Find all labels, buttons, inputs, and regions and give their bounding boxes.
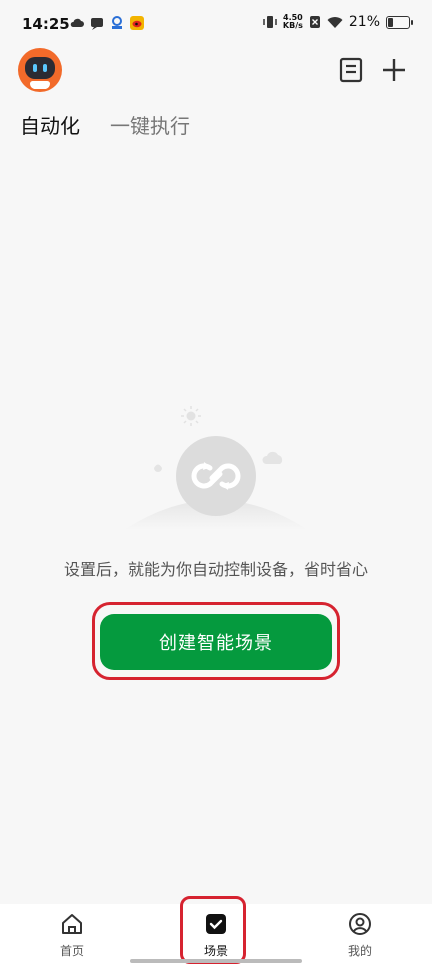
create-smart-scene-button[interactable]: 创建智能场景 [100, 614, 332, 670]
weibo-notification-icon [130, 16, 144, 30]
app-notification-icon [112, 16, 122, 29]
robot-avatar[interactable] [18, 48, 62, 92]
home-indicator-bar[interactable] [130, 959, 302, 963]
status-time: 14:25 [22, 15, 70, 33]
cloud-notification-icon [70, 18, 84, 27]
status-bar: 14:25 4.50 KB/s 21% [0, 0, 432, 50]
network-speed-unit: KB/s [282, 21, 303, 30]
notification-icons [70, 16, 144, 30]
no-sim-icon [309, 16, 320, 28]
scene-tab-highlight-box [180, 896, 246, 964]
vibrate-icon [263, 16, 277, 28]
log-list-icon[interactable] [338, 56, 364, 84]
nav-item-home[interactable]: 首页 [32, 912, 112, 959]
nav-item-profile[interactable]: 我的 [320, 912, 400, 959]
drop-icon [154, 464, 162, 472]
battery-icon [386, 15, 413, 29]
empty-state-message: 设置后，就能为你自动控制设备，省时省心 [63, 560, 368, 579]
tab-automation[interactable]: 自动化 [20, 110, 80, 139]
empty-scene-illustration [124, 406, 308, 530]
home-icon [62, 914, 82, 934]
network-speed: 4.50 KB/s [283, 14, 303, 30]
scene-tabs: 自动化 一键执行 [20, 110, 190, 139]
wifi-icon [327, 16, 343, 28]
cta-highlight-box: 创建智能场景 [92, 602, 340, 680]
sun-icon [181, 406, 201, 426]
tab-one-tap[interactable]: 一键执行 [110, 110, 190, 139]
status-right: 4.50 KB/s 21% [263, 14, 413, 30]
message-notification-icon [91, 18, 103, 30]
battery-percent: 21% [348, 14, 380, 30]
cloud-icon [262, 451, 283, 464]
profile-icon [349, 913, 371, 935]
add-icon[interactable] [381, 56, 407, 84]
nav-label-profile: 我的 [347, 944, 372, 958]
nav-label-home: 首页 [59, 944, 84, 958]
avatar-face [25, 57, 55, 79]
